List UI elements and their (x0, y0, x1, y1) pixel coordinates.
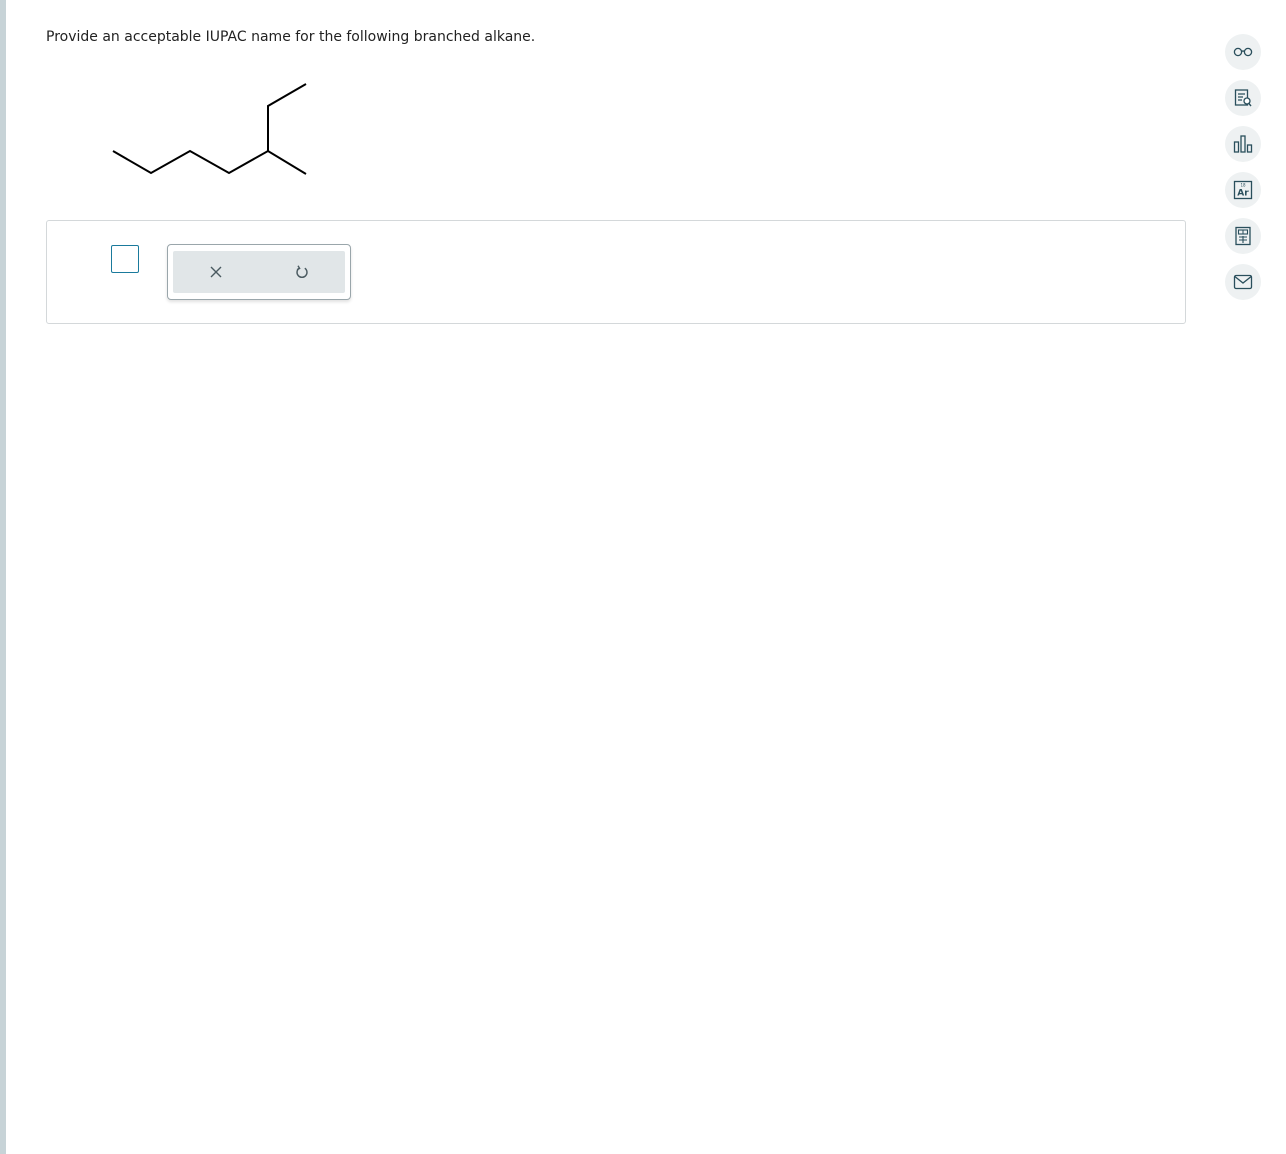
answer-panel (46, 220, 1186, 324)
element-number: 18 (1240, 183, 1246, 188)
explanation-button[interactable] (1225, 80, 1261, 116)
molecule-skeletal-structure (112, 83, 307, 175)
toolbox-button-row (173, 251, 345, 293)
undo-button[interactable] (259, 251, 345, 293)
answer-toolbox (167, 244, 351, 300)
element-symbol: Ar (1237, 189, 1249, 199)
clear-button[interactable] (173, 251, 259, 293)
close-icon (210, 266, 222, 278)
document-search-icon (1234, 89, 1252, 107)
message-button[interactable] (1225, 264, 1261, 300)
periodic-element-icon: 18 Ar (1233, 180, 1253, 200)
answer-input[interactable] (111, 245, 139, 273)
mail-icon (1233, 274, 1253, 290)
main-chain-bonds (112, 149, 307, 175)
periodic-table-button[interactable]: 18 Ar (1225, 172, 1261, 208)
accessibility-button[interactable] (1225, 34, 1261, 70)
undo-icon (296, 265, 308, 279)
ethyl-branch-bonds (267, 83, 307, 151)
bar-chart-icon (1233, 135, 1253, 153)
left-edge-strip (0, 0, 6, 1154)
question-prompt: Provide an acceptable IUPAC name for the… (46, 29, 536, 45)
calculator-icon (1235, 226, 1251, 246)
tools-sidebar: 18 Ar (1225, 34, 1261, 310)
calculator-button[interactable] (1225, 218, 1261, 254)
data-button[interactable] (1225, 126, 1261, 162)
glasses-icon (1233, 47, 1253, 57)
